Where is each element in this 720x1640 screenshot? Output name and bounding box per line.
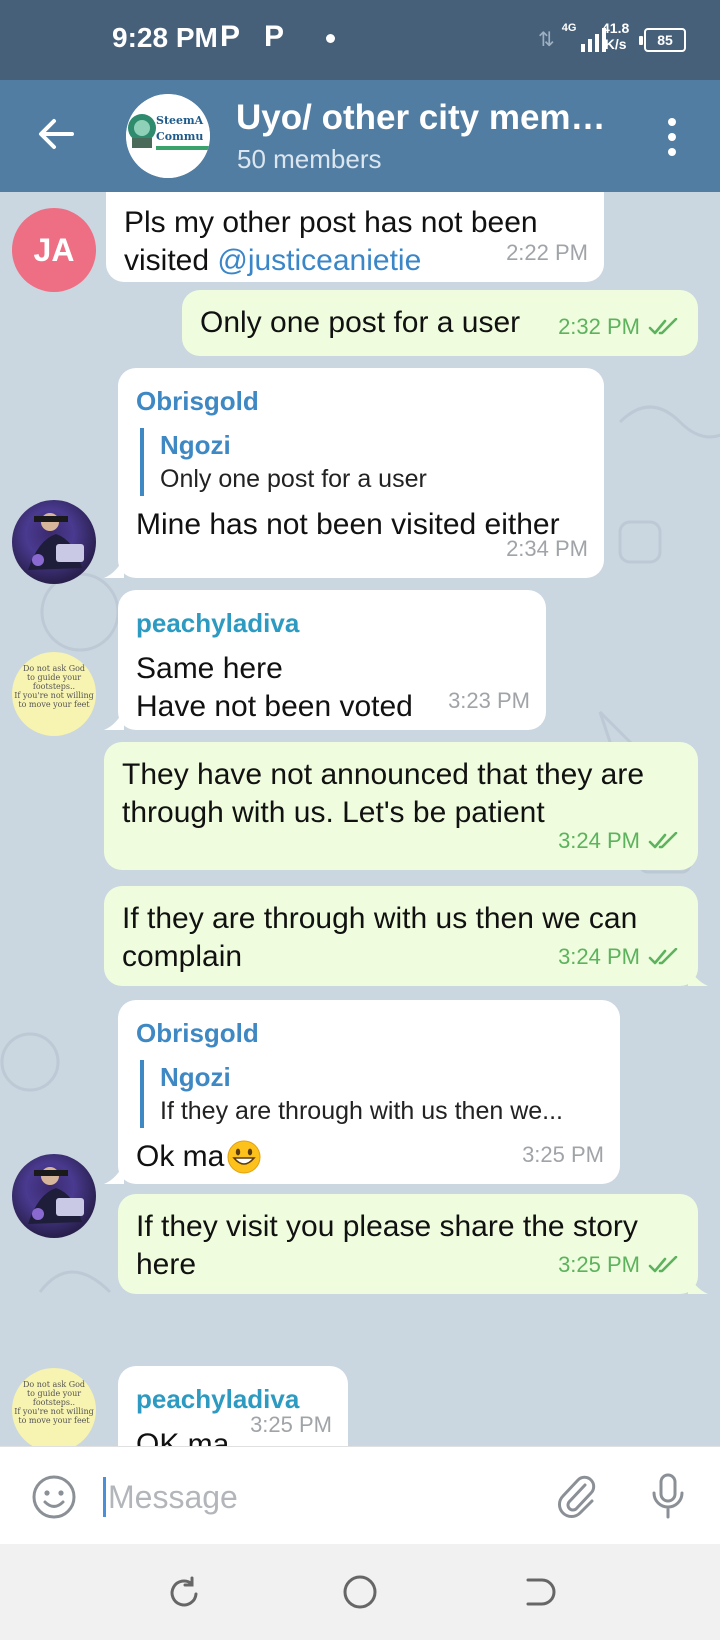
network-speed-value: 41.8 — [602, 20, 630, 36]
message-time: 3:25 PM — [558, 1252, 640, 1277]
message-bubble[interactable]: Pls my other post has not been visited @… — [106, 192, 604, 282]
message-text: They have not announced that they are — [122, 758, 645, 791]
double-check-icon — [648, 832, 678, 849]
status-time: 9:28 PM — [112, 22, 218, 53]
message-list[interactable]: JA Pls my other post has not been visite… — [0, 192, 720, 1446]
sender-name[interactable]: peachyladiva — [136, 604, 528, 642]
network-speed-unit: K/s — [604, 36, 627, 52]
reply-quote[interactable]: Ngozi Only one post for a user — [140, 428, 586, 496]
more-options-icon[interactable] — [662, 112, 682, 162]
message-meta: 2:22 PM — [506, 234, 588, 272]
status-bar: 9:28 PM P P ⇅ 4G 41.8 K/s 85 — [0, 0, 720, 80]
sender-name[interactable]: Obrisgold — [136, 1014, 602, 1052]
avatar[interactable]: JA — [12, 208, 96, 292]
message-bubble[interactable]: peachyladiva OK ma 3:25 PM — [118, 1366, 348, 1446]
message-text: If they visit you please share the story — [136, 1210, 638, 1243]
message-meta: 3:25 PM — [250, 1406, 332, 1444]
group-avatar[interactable]: SteemA Commu — [126, 94, 210, 178]
message-meta: 3:24 PM — [558, 822, 682, 860]
recent-apps-icon[interactable] — [162, 1572, 202, 1612]
sender-name[interactable]: Obrisgold — [136, 382, 586, 420]
reply-author: Ngozi — [160, 1062, 231, 1092]
message-input[interactable]: Message — [108, 1479, 238, 1516]
attach-icon[interactable] — [552, 1471, 600, 1519]
bubble-tail — [104, 1162, 124, 1184]
message-composer: Message — [0, 1446, 720, 1544]
group-avatar-text: Commu — [156, 130, 203, 143]
group-avatar-text: SteemA — [156, 114, 204, 127]
reply-author: Ngozi — [160, 430, 231, 460]
microphone-icon[interactable] — [644, 1471, 692, 1521]
message-meta: 3:25 PM — [558, 1246, 682, 1284]
back-arrow-icon[interactable] — [32, 110, 80, 158]
network-type: 4G — [561, 22, 577, 34]
message-meta: 3:24 PM — [558, 938, 682, 976]
home-icon[interactable] — [340, 1572, 380, 1612]
bubble-tail — [688, 964, 708, 986]
message-time: 3:23 PM — [448, 688, 530, 713]
message-time: 3:24 PM — [558, 828, 640, 853]
message-time: 3:25 PM — [522, 1142, 604, 1167]
grinning-emoji-icon — [227, 1140, 261, 1174]
message-bubble[interactable]: If they visit you please share the story… — [118, 1194, 698, 1294]
message-time: 3:24 PM — [558, 944, 640, 969]
message-meta: 2:32 PM — [558, 308, 682, 346]
message-time: 3:25 PM — [250, 1412, 332, 1437]
emoji-icon[interactable] — [30, 1473, 78, 1521]
chat-header: SteemA Commu Uyo/ other city memb... 50 … — [0, 80, 720, 192]
bubble-tail — [104, 556, 124, 578]
notification-p-icon: P — [220, 20, 241, 53]
message-bubble[interactable]: Only one post for a user 2:32 PM — [182, 290, 698, 356]
member-count: 50 members — [237, 144, 382, 174]
bubble-tail — [688, 1272, 708, 1294]
message-meta: 3:23 PM — [448, 682, 530, 720]
back-nav-icon[interactable] — [520, 1572, 560, 1612]
message-text: If they are through with us then we can — [122, 902, 638, 935]
more-notifications-icon — [326, 34, 335, 43]
data-arrows-icon: ⇅ — [538, 29, 555, 51]
avatar[interactable] — [12, 1154, 96, 1238]
double-check-icon — [648, 318, 678, 335]
cell-signal-icon: ⇅ 4G — [538, 22, 607, 52]
message-time: 2:34 PM — [506, 536, 588, 561]
avatar[interactable]: Do not ask God to guide your footsteps.. If… — [12, 1368, 96, 1446]
message-meta: 3:25 PM — [522, 1136, 604, 1174]
message-bubble[interactable]: They have not announced that they are th… — [104, 742, 698, 870]
battery-icon: 85 — [639, 28, 686, 52]
message-text: Ok ma — [136, 1140, 225, 1173]
message-bubble[interactable]: peachyladiva Same here Have not been vot… — [118, 590, 546, 730]
message-bubble[interactable]: Obrisgold Ngozi Only one post for a user… — [118, 368, 604, 578]
double-check-icon — [648, 1256, 678, 1273]
bubble-tail — [104, 708, 124, 730]
message-bubble[interactable]: If they are through with us then we can … — [104, 886, 698, 986]
avatar[interactable] — [12, 500, 96, 584]
message-bubble[interactable]: Obrisgold Ngozi If they are through with… — [118, 1000, 620, 1184]
reply-quote[interactable]: Ngozi If they are through with us then w… — [140, 1060, 602, 1128]
reply-text: Only one post for a user — [160, 465, 427, 493]
double-check-icon — [648, 948, 678, 965]
network-speed: 41.8 K/s — [602, 20, 629, 52]
avatar[interactable]: Do not ask God to guide your footsteps.. If… — [12, 652, 96, 736]
system-navigation-bar — [0, 1544, 720, 1640]
message-time: 2:32 PM — [558, 314, 640, 339]
mention-link[interactable]: @justiceanietie — [217, 244, 421, 277]
message-meta: 2:34 PM — [506, 530, 588, 568]
reply-text: If they are through with us then we... — [160, 1097, 564, 1125]
message-time: 2:22 PM — [506, 240, 588, 265]
notification-p-icon: P — [264, 20, 285, 53]
text-cursor — [103, 1477, 106, 1517]
group-title[interactable]: Uyo/ other city memb... — [236, 98, 616, 138]
